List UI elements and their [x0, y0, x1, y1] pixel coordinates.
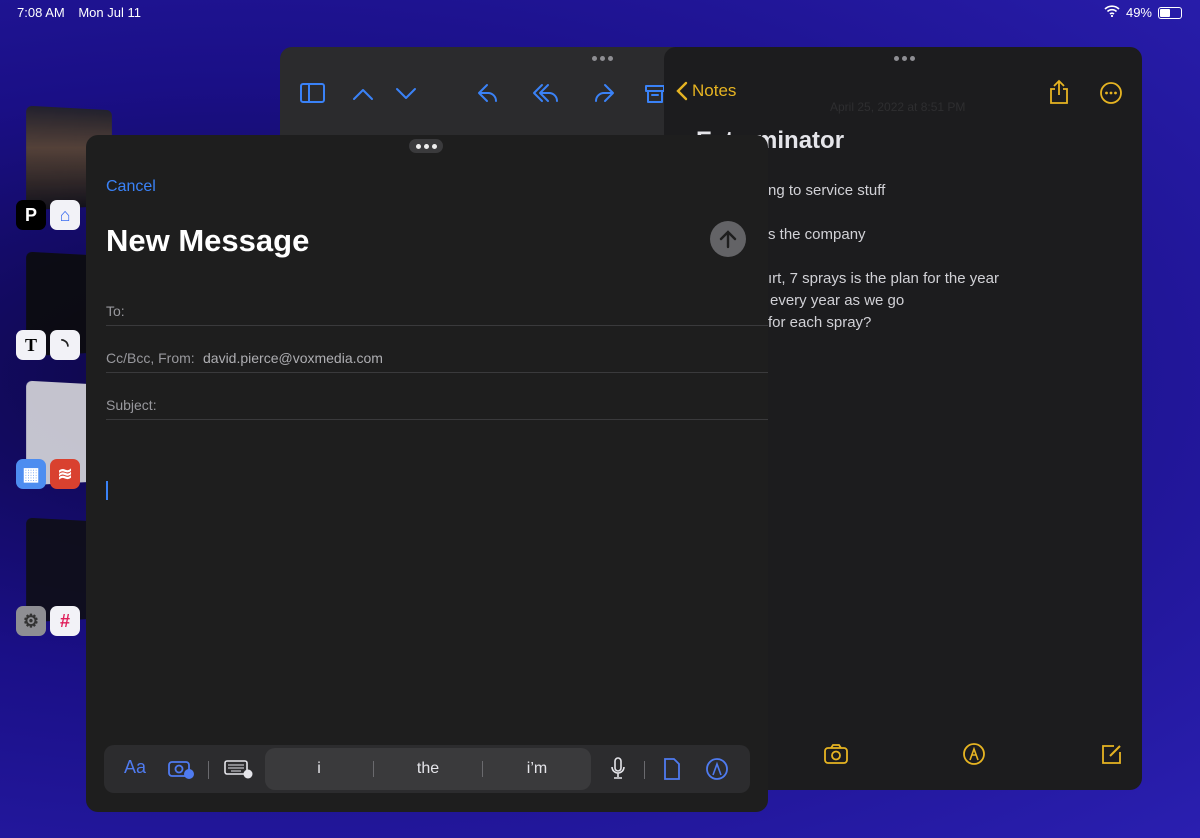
chevron-down-icon[interactable] [396, 88, 416, 99]
reply-all-icon[interactable] [533, 84, 558, 102]
wifi-icon [1104, 5, 1120, 20]
cc-bcc-from-field[interactable]: Cc/Bcc, From: david.pierce@voxmedia.com [106, 326, 768, 373]
sidebar-icon[interactable] [300, 83, 325, 103]
archive-icon[interactable] [645, 85, 665, 103]
share-icon[interactable] [1048, 79, 1070, 105]
notes-back-label: Notes [692, 81, 737, 100]
compose-title: New Message [106, 223, 310, 258]
slack-icon: # [50, 606, 80, 636]
from-address[interactable]: david.pierce@voxmedia.com [203, 350, 383, 366]
reply-icon[interactable] [478, 84, 497, 102]
format-button[interactable]: Aa [124, 757, 146, 778]
suggestion[interactable]: i [265, 761, 374, 777]
nyt-icon: T [16, 330, 46, 360]
forward-icon[interactable] [595, 84, 614, 102]
battery-icon [1158, 6, 1182, 19]
markup-icon[interactable] [962, 742, 986, 766]
twelve-south-icon: ⌂ [50, 200, 80, 230]
more-icon[interactable] [1099, 81, 1123, 105]
rss-icon: ◝ [50, 330, 80, 360]
keyboard-icon[interactable] [223, 759, 253, 779]
cc-bcc-label: Cc/Bcc, From: [106, 350, 195, 366]
todoist-icon: ≋ [50, 459, 80, 489]
camera-icon[interactable] [167, 757, 195, 779]
window-handle[interactable] [592, 56, 613, 61]
fantastical-icon: ▦ [16, 459, 46, 489]
note-date: April 25, 2022 at 8:51 PM [830, 100, 966, 114]
subject-field[interactable]: Subject: [106, 373, 768, 420]
camera-icon[interactable] [823, 743, 849, 765]
status-time: 7:08 AM [17, 5, 65, 20]
status-right: 49% [1104, 5, 1182, 20]
arrow-up-icon [719, 230, 737, 249]
suggestion[interactable]: i’m [483, 761, 591, 777]
microphone-icon[interactable] [610, 757, 626, 781]
suggestion[interactable]: the [374, 761, 483, 777]
chevron-left-icon [676, 81, 688, 101]
status-bar: 7:08 AM Mon Jul 11 [17, 5, 151, 20]
markup-icon[interactable] [705, 757, 729, 781]
window-handle[interactable] [409, 139, 443, 153]
note-line[interactable]: ng to service stuff [768, 182, 885, 199]
suggestion-bar: i the i’m [265, 748, 591, 790]
send-button[interactable] [710, 221, 746, 257]
text-cursor [106, 481, 108, 500]
note-line[interactable]: s the company [768, 226, 866, 243]
note-line[interactable]: every year as we go [770, 292, 904, 309]
chevron-up-icon[interactable] [353, 89, 373, 100]
battery-percent: 49% [1125, 5, 1152, 20]
window-handle[interactable] [894, 56, 915, 61]
to-field[interactable]: To: [106, 279, 768, 326]
notes-back-button[interactable]: Notes [676, 81, 736, 101]
note-line[interactable]: ırt, 7 sprays is the plan for the year [768, 270, 999, 287]
note-line[interactable]: for each spray? [768, 314, 871, 331]
compose-icon[interactable] [1100, 742, 1124, 766]
status-date: Mon Jul 11 [78, 5, 141, 20]
plex-icon: P [16, 200, 46, 230]
compose-sheet[interactable]: Cancel New Message To: Cc/Bcc, From: davi… [86, 135, 768, 812]
document-icon[interactable] [663, 757, 681, 781]
to-label: To: [106, 303, 125, 319]
subject-label: Subject: [106, 397, 157, 413]
cancel-button[interactable]: Cancel [106, 178, 156, 196]
settings-icon: ⚙ [16, 606, 46, 636]
keyboard-shortcut-bar: Aa i the i’m [104, 745, 750, 793]
